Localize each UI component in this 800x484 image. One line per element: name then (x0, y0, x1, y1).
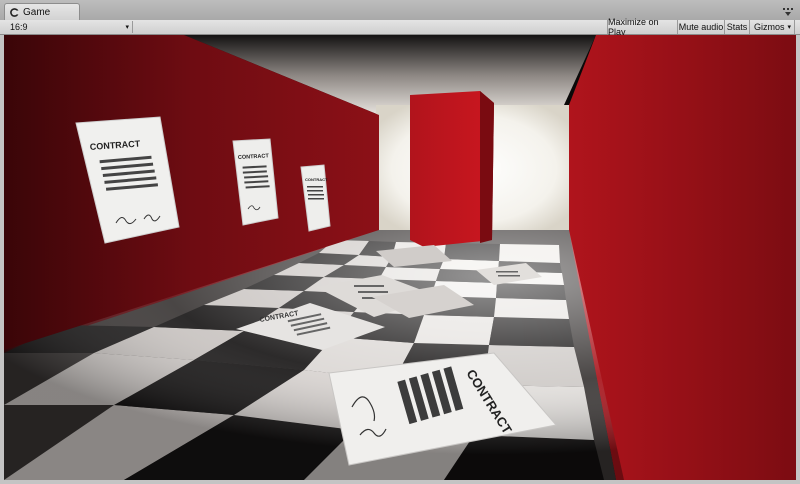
tab-menu-icon[interactable] (782, 4, 794, 16)
game-window: Game 16:9 ▾ Maximize on Play Mute audio … (0, 0, 800, 484)
game-viewport[interactable]: CONTRACT CONTRACT CONTRACT CONTRACT CONT… (4, 35, 796, 480)
tab-title: Game (23, 6, 51, 18)
scene-render: CONTRACT CONTRACT CONTRACT CONTRACT CONT… (4, 35, 796, 480)
game-toolbar: 16:9 ▾ Maximize on Play Mute audio Stats… (0, 17, 800, 37)
mute-audio-label: Mute audio (678, 22, 724, 32)
maximize-on-play-button[interactable]: Maximize on Play (607, 17, 677, 37)
chevron-down-icon: ▾ (125, 24, 129, 31)
stats-button[interactable]: Stats (724, 20, 749, 34)
tab-bar: Game (0, 0, 800, 21)
toolbar-divider (794, 20, 795, 34)
wall-poster-text: CONTRACT (305, 177, 328, 182)
gizmos-label: Gizmos (754, 22, 785, 32)
mute-audio-button[interactable]: Mute audio (677, 20, 724, 34)
aspect-ratio-value: 16:9 (10, 22, 28, 32)
maximize-on-play-label: Maximize on Play (608, 17, 659, 37)
aspect-ratio-dropdown[interactable]: 16:9 ▾ (6, 21, 133, 33)
gizmos-dropdown[interactable]: Gizmos ▾ (749, 20, 794, 34)
tab-game[interactable]: Game (4, 3, 80, 20)
chevron-down-icon: ▾ (787, 24, 791, 31)
game-view-icon (10, 7, 19, 17)
stats-label: Stats (726, 22, 748, 32)
